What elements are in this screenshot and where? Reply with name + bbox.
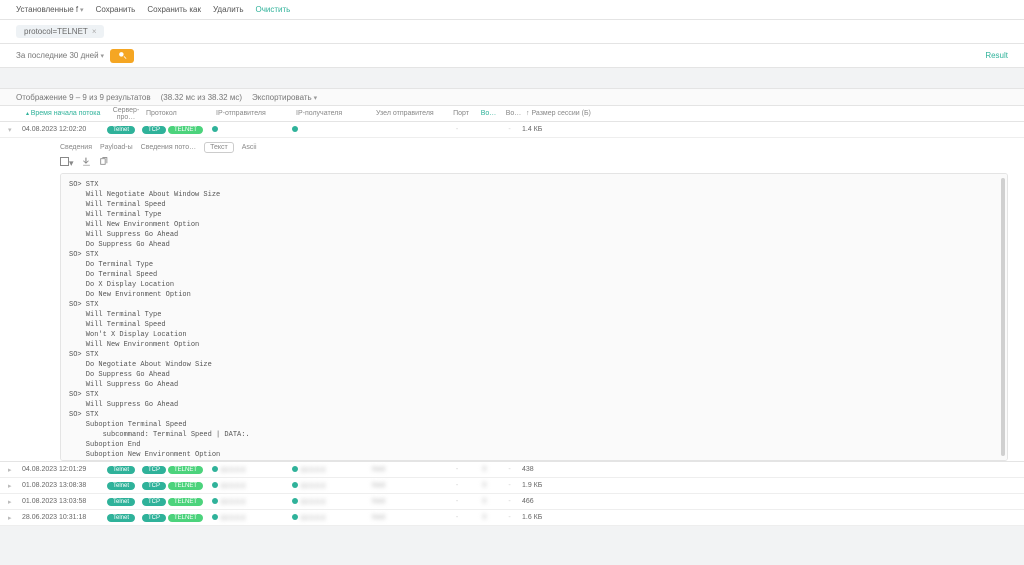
col-bytes-out[interactable]: Во…: [501, 110, 526, 117]
cell-time: 28.06.2023 10:31:18: [22, 514, 102, 521]
cell-size: 438: [522, 466, 602, 473]
filter-chip-label: protocol=TELNET: [24, 27, 88, 36]
top-toolbar: Установленные f Сохранить Сохранить как …: [0, 0, 1024, 20]
col-time[interactable]: Время начала потока: [26, 110, 106, 117]
table-header: Время начала потока Сервер-про… Протокол…: [0, 106, 1024, 122]
col-size[interactable]: ↑ Размер сессии (Б): [526, 110, 606, 117]
tab-ascii[interactable]: Ascii: [242, 144, 257, 151]
result-count: Отображение 9 – 9 из 9 результатов: [16, 93, 151, 102]
save-as-button[interactable]: Сохранить как: [147, 5, 201, 14]
collapse-icon[interactable]: ▾: [8, 126, 22, 134]
cell-time: 04.08.2023 12:01:29: [22, 466, 102, 473]
cell-size: 1.6 КБ: [522, 514, 602, 521]
detail-text[interactable]: SO> STX Will Negotiate About Window Size…: [60, 173, 1008, 461]
tab-details[interactable]: Сведения: [60, 144, 92, 151]
search-bar: За последние 30 дней Result: [0, 44, 1024, 68]
col-protocol[interactable]: Протокол: [146, 110, 216, 117]
cell-size: 1.4 КБ: [522, 126, 602, 133]
cell-out: -: [497, 126, 522, 133]
cell-protocol: TCPTELNET: [142, 126, 212, 134]
cell-time: 01.08.2023 13:03:58: [22, 498, 102, 505]
save-button[interactable]: Сохранить: [96, 5, 136, 14]
table-row[interactable]: ▸ 28.06.2023 10:31:18 Telnet TCPTELNET 1…: [0, 510, 1024, 526]
delete-button[interactable]: Удалить: [213, 5, 244, 14]
result-link[interactable]: Result: [985, 51, 1008, 60]
table-row[interactable]: ▸ 04.08.2023 12:01:29 Telnet TCPTELNET 1…: [0, 462, 1024, 478]
tab-payloads[interactable]: Payload-ы: [100, 144, 133, 151]
filter-bar: protocol=TELNET ×: [0, 20, 1024, 44]
detail-tabs: Сведения Payload-ы Сведения пото… Текст …: [60, 142, 1008, 153]
time-range-dropdown[interactable]: За последние 30 дней: [16, 51, 104, 60]
view-toggle-icon[interactable]: ▾: [60, 157, 74, 169]
table-row[interactable]: ▸ 01.08.2023 13:08:38 Telnet TCPTELNET 1…: [0, 478, 1024, 494]
col-endpoint[interactable]: Узел отправителя: [376, 110, 446, 117]
col-dst-ip[interactable]: IP-получателя: [296, 110, 376, 117]
cell-size: 466: [522, 498, 602, 505]
tab-text[interactable]: Текст: [204, 142, 234, 153]
cell-size: 1.9 КБ: [522, 482, 602, 489]
tab-flow[interactable]: Сведения пото…: [141, 144, 196, 151]
expand-icon[interactable]: ▸: [8, 466, 22, 474]
copy-icon[interactable]: [99, 157, 108, 169]
cell-server: Telnet: [102, 126, 142, 134]
cell-time: 04.08.2023 12:02:20: [22, 126, 102, 133]
expand-icon[interactable]: ▸: [8, 498, 22, 506]
col-server[interactable]: Сервер-про…: [106, 107, 146, 121]
result-time: (38.32 мс из 38.32 мс): [161, 93, 242, 102]
download-icon[interactable]: [82, 157, 91, 169]
cell-time: 01.08.2023 13:08:38: [22, 482, 102, 489]
result-summary: Отображение 9 – 9 из 9 результатов (38.3…: [0, 88, 1024, 106]
col-bytes-in[interactable]: Во…: [476, 110, 501, 117]
search-button[interactable]: [110, 49, 134, 63]
export-dropdown[interactable]: Экспортировать: [252, 93, 317, 102]
col-src-ip[interactable]: IP-отправителя: [216, 110, 296, 117]
filter-chip[interactable]: protocol=TELNET ×: [16, 25, 104, 38]
cell-src: [212, 126, 292, 134]
table-row[interactable]: ▸ 01.08.2023 13:03:58 Telnet TCPTELNET 1…: [0, 494, 1024, 510]
cell-dst: [292, 126, 372, 134]
saved-filters-dropdown[interactable]: Установленные f: [16, 5, 84, 14]
remove-filter-icon[interactable]: ×: [92, 27, 97, 36]
table-row[interactable]: ▾ 04.08.2023 12:02:20 Telnet TCPTELNET -…: [0, 122, 1024, 138]
col-port[interactable]: Порт: [446, 110, 476, 117]
expand-icon[interactable]: ▸: [8, 514, 22, 522]
search-icon: [118, 51, 127, 60]
cell-port: -: [442, 126, 472, 133]
clear-button[interactable]: Очистить: [256, 5, 291, 14]
expand-icon[interactable]: ▸: [8, 482, 22, 490]
row-detail: Сведения Payload-ы Сведения пото… Текст …: [0, 138, 1024, 462]
